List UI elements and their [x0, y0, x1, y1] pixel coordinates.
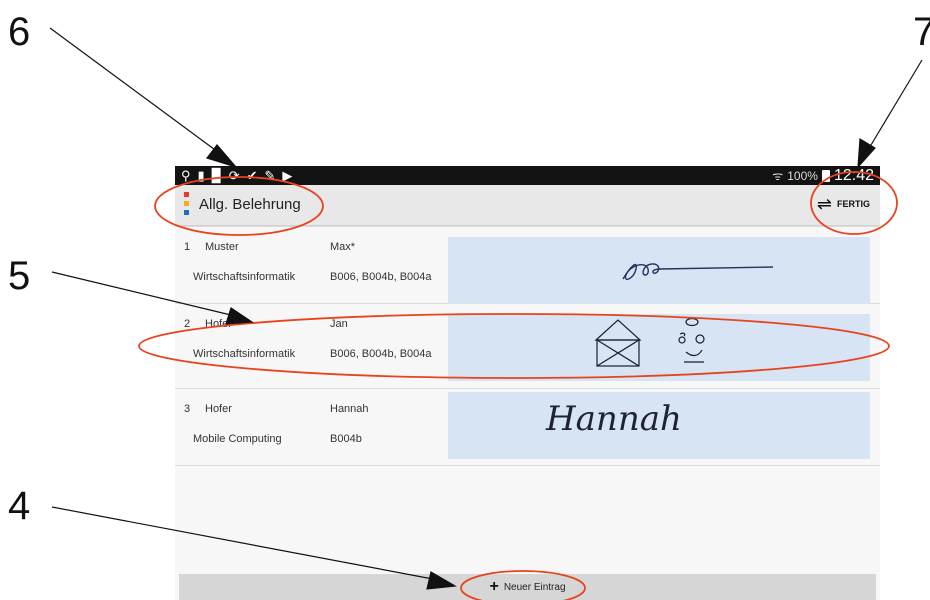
entry-rooms: B004b: [330, 433, 362, 445]
pen-icon: ✎: [264, 168, 276, 183]
callout-number-5: 5: [8, 254, 31, 298]
arrow-7-line: [867, 59, 923, 151]
sync-icon: ⟳: [228, 168, 240, 183]
battery-icon: [821, 169, 830, 182]
signature-field[interactable]: [448, 237, 870, 304]
list-item[interactable]: 3 Hofer Hannah Mobile Computing B004b Ha…: [175, 389, 880, 466]
signature-drawing: [622, 263, 774, 280]
entry-rooms: B006, B004b, B004a: [330, 348, 432, 360]
usb-device-icon: ▮: [197, 168, 205, 183]
entry-number: 3: [184, 403, 191, 415]
list-item[interactable]: 2 Hofer Jan Wirtschaftsinformatik B006, …: [175, 304, 880, 389]
tablet-screen: ⚲ ▮ ▉ ⟳ ✔ ✎ ▶ ᯤ 100% 12:42 Allg. Belehru…: [175, 166, 880, 600]
clock: 12:42: [833, 166, 874, 184]
callout-number-7: 7: [913, 10, 930, 54]
arrow-6-head: [205, 144, 238, 169]
notification-icons: ⚲ ▮ ▉ ⟳ ✔ ✎ ▶: [181, 167, 292, 184]
wifi-icon: ᯤ: [772, 169, 784, 183]
usb-icon: ⚲: [181, 168, 191, 183]
signature-field[interactable]: Hannah: [448, 392, 870, 459]
swap-arrows-icon: ⇌: [816, 194, 832, 214]
app-logo-icon: [184, 192, 189, 219]
entry-number: 1: [184, 241, 191, 253]
arrow-7-head: [857, 137, 876, 169]
entry-first-name: Hannah: [330, 403, 369, 415]
entry-first-name: Max*: [330, 241, 356, 253]
entry-first-name: Jan: [330, 318, 348, 330]
entry-last-name: Muster: [205, 241, 239, 253]
check-icon: ✔: [246, 168, 258, 183]
signature-field[interactable]: [448, 314, 870, 381]
new-entry-label: Neuer Eintrag: [503, 581, 566, 593]
callout-number-4: 4: [8, 484, 31, 528]
done-button-label: FERTIG: [837, 199, 870, 209]
new-entry-button[interactable]: + Neuer Eintrag: [179, 574, 876, 600]
entry-course: Wirtschaftsinformatik: [193, 348, 296, 360]
action-bar: Allg. Belehrung ⇌ FERTIG: [175, 185, 880, 225]
entry-last-name: Hofer: [205, 318, 232, 330]
sd-card-icon: ▉: [211, 168, 222, 183]
entry-course: Mobile Computing: [193, 433, 282, 445]
entry-rooms: B006, B004b, B004a: [330, 271, 432, 283]
list-item[interactable]: 1 Muster Max* Wirtschaftsinformatik B006…: [175, 227, 880, 304]
status-bar: ⚲ ▮ ▉ ⟳ ✔ ✎ ▶ ᯤ 100% 12:42: [175, 166, 880, 185]
signature-text: Hannah: [545, 399, 682, 439]
page-title: Allg. Belehrung: [199, 196, 301, 213]
arrow-6-line: [49, 27, 223, 156]
signature-drawing: Hannah: [545, 399, 682, 439]
callout-number-6: 6: [8, 10, 31, 54]
entry-last-name: Hofer: [205, 403, 232, 415]
signature-drawing: [594, 317, 705, 367]
entry-course: Wirtschaftsinformatik: [193, 271, 296, 283]
done-button[interactable]: ⇌ FERTIG: [817, 195, 870, 213]
entry-number: 2: [184, 318, 191, 330]
battery-percent: 100%: [787, 168, 818, 183]
plus-icon: +: [489, 578, 499, 595]
entry-list: 1 Muster Max* Wirtschaftsinformatik B006…: [175, 227, 880, 466]
play-icon: ▶: [282, 168, 293, 183]
